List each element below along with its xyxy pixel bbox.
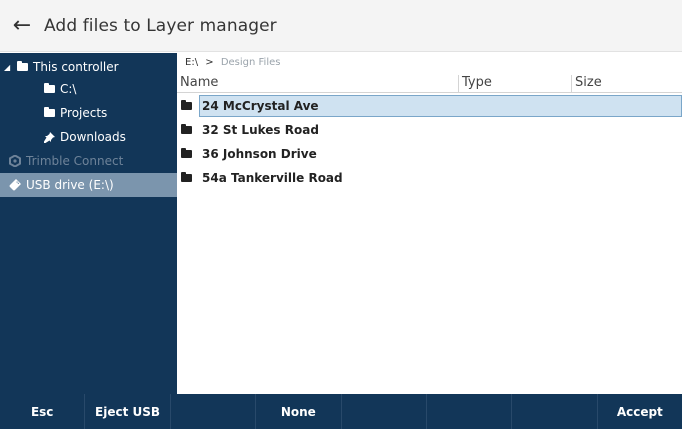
breadcrumb-root[interactable]: E:\ [185,57,198,68]
column-header-size[interactable]: Size [575,75,602,90]
folder-icon [42,107,56,117]
sidebar-item-downloads[interactable]: Downloads [0,126,177,148]
sidebar-item-projects[interactable]: Projects [0,102,177,124]
empty-softkey [170,394,257,429]
sidebar-item-label: USB drive (E:\) [26,178,114,192]
footer-toolbar: Esc Eject USB None Accept [0,394,682,429]
file-name: 32 St Lukes Road [202,123,319,137]
folder-icon [181,172,193,182]
file-name: 36 Johnson Drive [202,147,317,161]
column-headers: Name Type Size [177,75,682,93]
empty-softkey [512,394,598,429]
file-browser: E:\ > Design Files Name Type Size 24 McC… [177,53,682,394]
folder-icon [181,148,193,158]
breadcrumb-current: Design Files [220,57,281,68]
empty-softkey [426,394,513,429]
file-row[interactable]: 36 Johnson Drive [177,143,682,165]
sidebar-item-this-controller[interactable]: ◢ This controller [0,56,177,78]
file-name: 54a Tankerville Road [202,171,343,185]
sidebar-item-trimble-connect: Trimble Connect [0,150,177,172]
file-row[interactable]: 32 St Lukes Road [177,119,682,141]
file-row[interactable]: 24 McCrystal Ave [177,95,682,117]
accept-button[interactable]: Accept [598,394,682,429]
expand-triangle-icon[interactable]: ◢ [4,63,12,72]
trimble-connect-icon [8,155,22,167]
sidebar-item-usb-drive[interactable]: USB drive (E:\) [0,173,177,197]
column-divider[interactable] [571,75,572,93]
sidebar-item-c-drive[interactable]: C:\ [0,78,177,100]
none-button[interactable]: None [256,394,342,429]
folder-icon [42,83,56,93]
column-divider[interactable] [458,75,459,93]
sidebar-item-label: Downloads [60,130,126,144]
breadcrumb-separator: > [205,57,214,68]
back-arrow-icon[interactable]: ← [0,0,44,52]
pin-icon [42,131,56,143]
page-title: Add files to Layer manager [44,15,277,36]
folder-icon [181,124,193,134]
sidebar: ◢ This controller C:\ Projects Downloads… [0,53,177,394]
column-header-type[interactable]: Type [462,75,492,90]
empty-softkey [341,394,427,429]
breadcrumb: E:\ > Design Files [185,57,280,68]
column-header-name[interactable]: Name [180,75,218,90]
file-row[interactable]: 54a Tankerville Road [177,167,682,189]
usb-icon [8,179,22,191]
esc-button[interactable]: Esc [0,394,86,429]
folder-icon [15,61,29,71]
sidebar-item-label: C:\ [60,82,77,96]
folder-icon [181,100,193,110]
file-name: 24 McCrystal Ave [199,95,682,117]
title-bar: ← Add files to Layer manager [0,0,682,52]
sidebar-item-label: Trimble Connect [26,154,124,168]
sidebar-item-label: This controller [33,60,119,74]
sidebar-item-label: Projects [60,106,108,120]
eject-usb-button[interactable]: Eject USB [85,394,171,429]
